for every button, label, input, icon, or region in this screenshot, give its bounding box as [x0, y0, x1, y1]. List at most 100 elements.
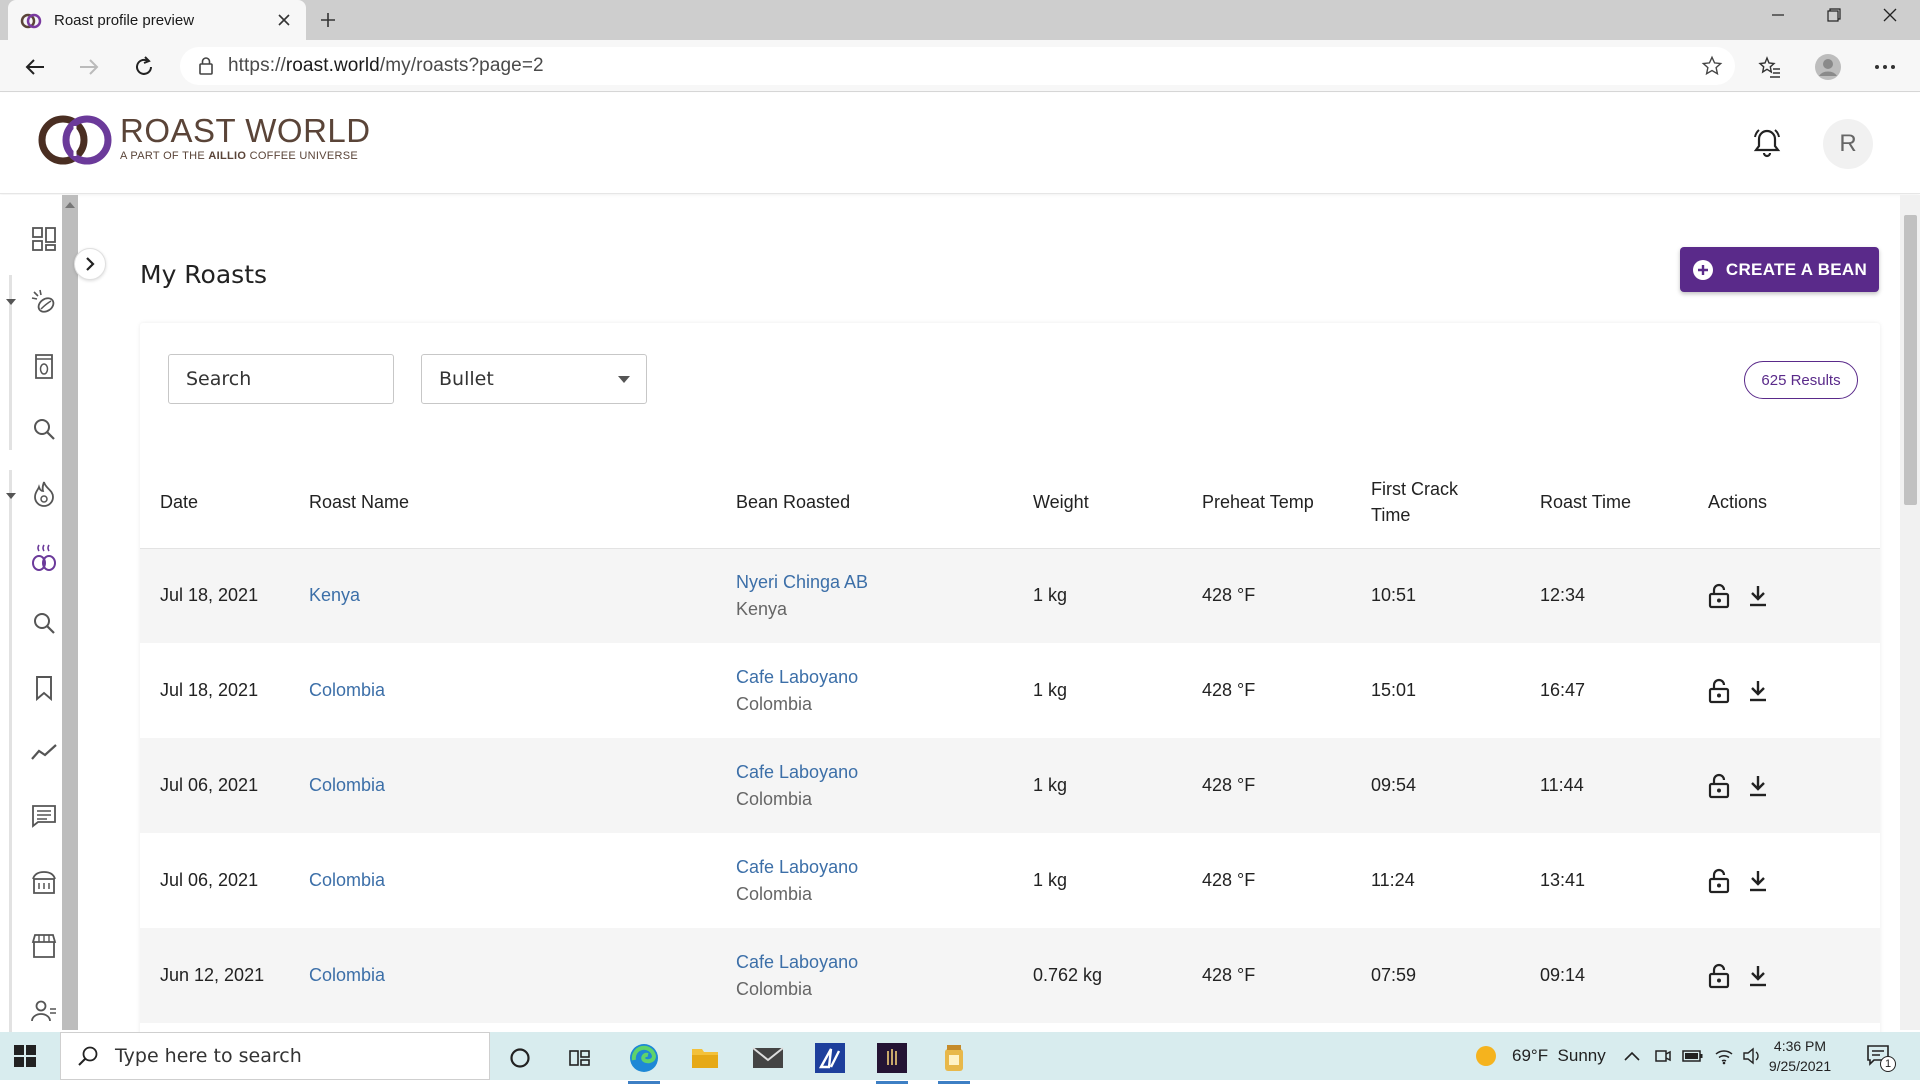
header-actions: Actions	[1708, 456, 1880, 549]
close-window-icon[interactable]	[1862, 0, 1918, 30]
restore-icon[interactable]	[1806, 0, 1862, 30]
favorite-star-icon[interactable]	[1701, 55, 1723, 77]
cell-date: Jul 18, 2021	[160, 680, 259, 700]
profile-icon[interactable]	[1813, 52, 1843, 82]
windows-start-icon[interactable]	[14, 1045, 36, 1067]
sidebar-bookmark-icon[interactable]	[28, 672, 60, 704]
create-bean-button[interactable]: CREATE A BEAN	[1680, 247, 1879, 292]
download-icon[interactable]	[1748, 869, 1768, 893]
cortana-icon[interactable]	[496, 1038, 544, 1078]
sidebar-people-icon[interactable]	[28, 995, 60, 1027]
roast-world-logo[interactable]: ROAST WORLD A PART OF THE AILLIO COFFEE …	[36, 108, 371, 168]
sidebar-coffee-cup-icon[interactable]	[28, 542, 60, 574]
group-expand-caret-icon[interactable]	[6, 492, 16, 500]
header-first-crack-time[interactable]: First Crack Time	[1371, 456, 1540, 549]
page-title: My Roasts	[140, 260, 268, 289]
bean-origin: Colombia	[736, 883, 813, 904]
bean-link[interactable]: Cafe Laboyano	[736, 762, 858, 782]
header-bean-roasted[interactable]: Bean Roasted	[736, 456, 1033, 549]
group-expand-caret-icon[interactable]	[6, 298, 16, 306]
tab-close-icon[interactable]	[274, 10, 294, 30]
download-icon[interactable]	[1748, 964, 1768, 988]
weather-widget[interactable]: 69°F Sunny	[1474, 1032, 1606, 1080]
unlock-icon[interactable]	[1708, 773, 1730, 799]
download-icon[interactable]	[1748, 679, 1768, 703]
sidebar-dashboard-icon[interactable]	[28, 223, 60, 255]
favorites-list-icon[interactable]	[1755, 52, 1785, 82]
back-arrow-icon[interactable]	[18, 50, 52, 84]
download-icon[interactable]	[1748, 584, 1768, 608]
sidebar-search-roasts-icon[interactable]	[28, 607, 60, 639]
sidebar-search-beans-icon[interactable]	[28, 413, 60, 445]
roast-world-favicon-icon	[20, 9, 42, 31]
unlock-icon[interactable]	[1708, 583, 1730, 609]
table-header-row: Date Roast Name Bean Roasted Weight Preh…	[140, 456, 1880, 549]
brand-tagline: A PART OF THE AILLIO COFFEE UNIVERSE	[120, 150, 358, 162]
cell-first-crack: 09:54	[1371, 738, 1540, 833]
forward-arrow-icon[interactable]	[72, 50, 106, 84]
roast-name-link[interactable]: Colombia	[309, 775, 385, 795]
header-preheat-temp[interactable]: Preheat Temp	[1202, 456, 1371, 549]
download-icon[interactable]	[1748, 774, 1768, 798]
add-circle-icon	[1692, 259, 1714, 281]
browser-tab[interactable]: Roast profile preview	[8, 0, 306, 40]
notification-bell-icon[interactable]	[1752, 127, 1782, 159]
roast-name-link[interactable]: Colombia	[309, 870, 385, 890]
roast-name-link[interactable]: Colombia	[309, 680, 385, 700]
header-roast-time[interactable]: Roast Time	[1540, 456, 1708, 549]
new-tab-icon[interactable]	[314, 6, 342, 34]
taskbar-clock[interactable]: 4:36 PM 9/25/2021	[1752, 1036, 1848, 1076]
header-roast-name[interactable]: Roast Name	[309, 456, 736, 549]
table-row: Jul 18, 2021 Kenya Nyeri Chinga AB Kenya …	[140, 548, 1880, 643]
address-bar[interactable]: https://roast.world/my/roasts?page=2	[180, 47, 1735, 85]
taskbar-search-box[interactable]: Type here to search	[60, 1032, 490, 1080]
minimize-icon[interactable]	[1750, 0, 1806, 30]
sidebar-bean-bag-icon[interactable]	[28, 350, 60, 382]
notification-center[interactable]: 1	[1866, 1032, 1896, 1080]
app-icon-jar[interactable]	[930, 1038, 978, 1084]
mail-icon[interactable]	[744, 1038, 792, 1078]
roaster-filter-value: Bullet	[439, 368, 494, 390]
cell-roast-time: 12:34	[1540, 548, 1708, 643]
sidebar-scrollbar[interactable]	[62, 195, 78, 1030]
header-weight[interactable]: Weight	[1033, 456, 1202, 549]
scroll-up-arrow-icon[interactable]	[65, 201, 75, 209]
sidebar-toggle-chevron-icon[interactable]	[74, 248, 106, 280]
task-view-icon[interactable]	[556, 1038, 604, 1078]
sidebar-flame-icon[interactable]	[28, 478, 60, 510]
sidebar-chat-icon[interactable]	[28, 800, 60, 832]
search-input[interactable]: Search	[168, 354, 394, 404]
battery-icon[interactable]	[1682, 1032, 1704, 1080]
unlock-icon[interactable]	[1708, 678, 1730, 704]
cell-weight: 0.762 kg	[1033, 928, 1202, 1023]
app-icon-blue[interactable]	[806, 1038, 854, 1078]
tray-chevron-up-icon[interactable]	[1624, 1032, 1640, 1080]
header-date[interactable]: Date	[140, 456, 309, 549]
bean-link[interactable]: Cafe Laboyano	[736, 667, 858, 687]
roast-name-link[interactable]: Kenya	[309, 585, 360, 605]
wifi-icon[interactable]	[1714, 1032, 1734, 1080]
refresh-icon[interactable]	[127, 50, 161, 84]
roaster-filter-select[interactable]: Bullet	[421, 354, 647, 404]
sidebar-store-icon[interactable]	[28, 930, 60, 962]
bean-link[interactable]: Cafe Laboyano	[736, 952, 858, 972]
windows-taskbar: Type here to search 69°F Sunny 4:36 PM 9…	[0, 1032, 1920, 1084]
roast-name-link[interactable]: Colombia	[309, 965, 385, 985]
page-scrollbar-thumb[interactable]	[1904, 215, 1917, 505]
unlock-icon[interactable]	[1708, 963, 1730, 989]
page-scrollbar[interactable]	[1900, 195, 1920, 1030]
user-avatar[interactable]: R	[1823, 119, 1873, 169]
file-explorer-icon[interactable]	[681, 1038, 729, 1078]
sidebar-trend-chart-icon[interactable]	[28, 736, 60, 768]
bean-link[interactable]: Nyeri Chinga AB	[736, 572, 868, 592]
bean-link[interactable]: Cafe Laboyano	[736, 857, 858, 877]
cell-roast-time: 11:44	[1540, 738, 1708, 833]
sidebar-shop-icon[interactable]	[28, 866, 60, 898]
sidebar-roast-beans-icon[interactable]	[28, 286, 60, 318]
unlock-icon[interactable]	[1708, 868, 1730, 894]
meet-now-icon[interactable]	[1654, 1032, 1672, 1080]
app-icon-dark[interactable]	[868, 1038, 916, 1084]
more-menu-icon[interactable]	[1870, 52, 1900, 82]
edge-browser-icon[interactable]	[620, 1038, 668, 1084]
table-row: Jul 06, 2021 Colombia Cafe Laboyano Colom…	[140, 833, 1880, 928]
